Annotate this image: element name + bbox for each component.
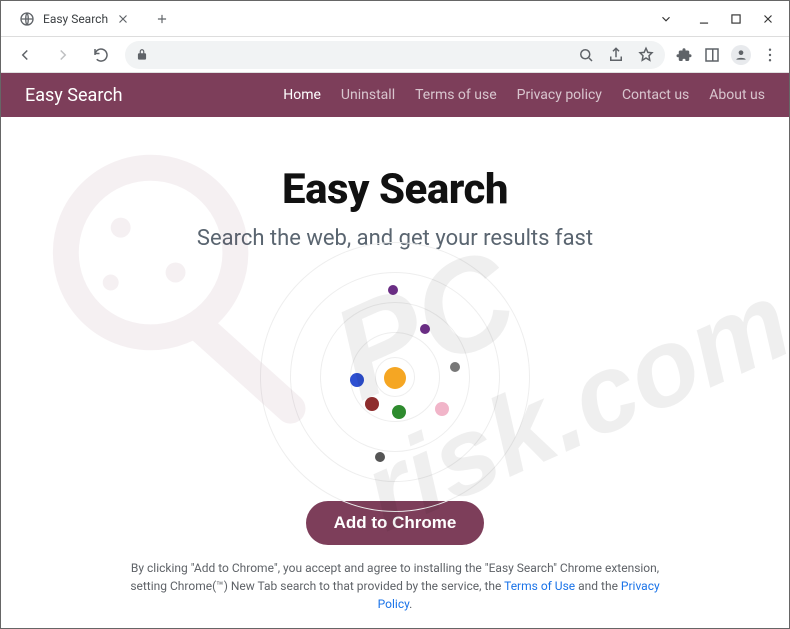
nav-contact[interactable]: Contact us (622, 87, 689, 103)
share-icon[interactable] (607, 46, 625, 64)
nav-privacy[interactable]: Privacy policy (517, 87, 602, 103)
planet-icon (365, 397, 379, 411)
forward-button[interactable] (49, 41, 77, 69)
arrow-right-icon (54, 46, 72, 64)
browser-tab[interactable]: Easy Search (9, 3, 142, 35)
nav-uninstall[interactable]: Uninstall (341, 87, 395, 103)
page-viewport: Easy Search Home Uninstall Terms of use … (1, 73, 789, 628)
nav-terms[interactable]: Terms of use (415, 87, 497, 103)
orbit-graphic (225, 267, 565, 487)
profile-button[interactable] (731, 45, 751, 65)
planet-icon (420, 324, 430, 334)
star-icon[interactable] (637, 46, 655, 64)
person-icon (734, 48, 748, 62)
reload-icon (92, 46, 110, 64)
sidepanel-icon[interactable] (703, 46, 721, 64)
site-brand: Easy Search (25, 85, 123, 106)
globe-icon (19, 11, 35, 27)
page-content: Easy Search Search the web, and get your… (1, 165, 789, 628)
maximize-icon[interactable] (729, 12, 743, 26)
close-icon[interactable] (761, 12, 775, 26)
planet-icon (375, 452, 385, 462)
extensions-icon[interactable] (675, 46, 693, 64)
nav-about[interactable]: About us (709, 87, 765, 103)
chevron-down-icon[interactable] (659, 12, 673, 26)
browser-toolbar (1, 37, 789, 73)
planet-icon (450, 362, 460, 372)
reload-button[interactable] (87, 41, 115, 69)
terms-link[interactable]: Terms of Use (504, 579, 575, 593)
planet-icon (388, 285, 398, 295)
site-navbar: Easy Search Home Uninstall Terms of use … (1, 73, 789, 117)
search-icon[interactable] (577, 46, 595, 64)
titlebar: Easy Search (1, 1, 789, 37)
menu-icon[interactable] (761, 46, 779, 64)
planet-icon (384, 367, 406, 389)
disclaimer-suffix: . (409, 597, 412, 611)
planet-icon (392, 405, 406, 419)
tab-close-icon[interactable] (116, 12, 130, 26)
disclaimer-text: By clicking "Add to Chrome", you accept … (115, 559, 675, 613)
new-tab-button[interactable] (148, 5, 176, 33)
nav-home[interactable]: Home (283, 87, 321, 103)
planet-icon (350, 373, 364, 387)
planet-icon (435, 402, 449, 416)
tab-title: Easy Search (43, 12, 108, 26)
lock-icon (135, 48, 149, 62)
window-controls (659, 12, 789, 26)
nav-links: Home Uninstall Terms of use Privacy poli… (283, 87, 765, 103)
arrow-left-icon (16, 46, 34, 64)
minimize-icon[interactable] (697, 12, 711, 26)
browser-window: Easy Search (0, 0, 790, 629)
back-button[interactable] (11, 41, 39, 69)
hero-title: Easy Search (1, 165, 789, 214)
disclaimer-middle: and the (575, 579, 621, 593)
address-bar[interactable] (125, 41, 665, 69)
